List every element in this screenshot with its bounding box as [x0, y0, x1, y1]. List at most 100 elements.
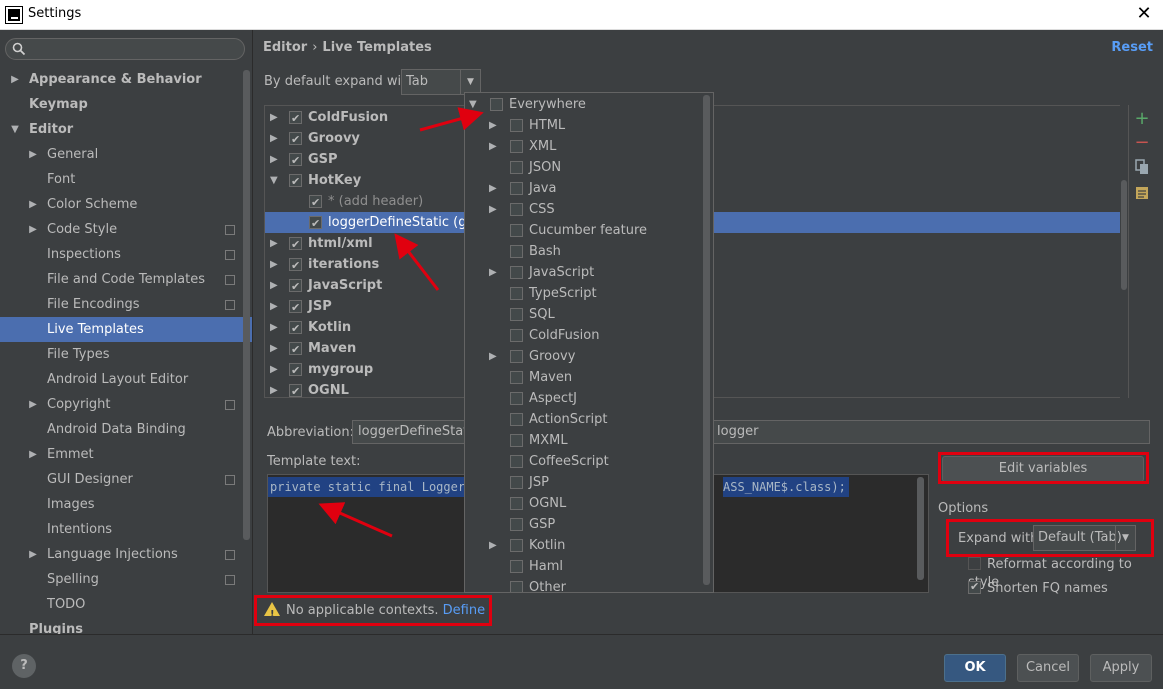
sidebar-item[interactable]: Images [0, 492, 252, 517]
context-checkbox[interactable] [510, 581, 523, 592]
context-checkbox[interactable] [510, 560, 523, 573]
chevron-down-icon[interactable]: ▼ [469, 94, 477, 115]
chevron-right-icon[interactable]: ▶ [489, 535, 497, 556]
template-checkbox[interactable] [289, 129, 302, 150]
sidebar-item[interactable]: Android Data Binding [0, 417, 252, 442]
template-checkbox[interactable] [289, 318, 302, 339]
sidebar-item[interactable]: File Types [0, 342, 252, 367]
context-checkbox[interactable] [510, 392, 523, 405]
chevron-right-icon[interactable]: ▶ [270, 275, 278, 296]
sidebar-item[interactable]: Spelling [0, 567, 252, 592]
reset-link[interactable]: Reset [1111, 40, 1153, 55]
sidebar-item[interactable]: ▶ Copyright [0, 392, 252, 417]
context-item[interactable]: ▶ CSS [465, 199, 705, 220]
template-checkbox[interactable] [289, 360, 302, 381]
context-item[interactable]: AspectJ [465, 388, 705, 409]
context-item[interactable]: ▶ Groovy [465, 346, 705, 367]
template-checkbox[interactable] [289, 276, 302, 297]
sidebar-item[interactable]: GUI Designer [0, 467, 252, 492]
template-checkbox[interactable] [289, 171, 302, 192]
context-item[interactable]: JSON [465, 157, 705, 178]
sidebar-item[interactable]: ▶ General [0, 142, 252, 167]
context-checkbox[interactable] [510, 539, 523, 552]
context-item[interactable]: ▶ Kotlin [465, 535, 705, 556]
template-checkbox[interactable] [289, 255, 302, 276]
sidebar-item[interactable]: Intentions [0, 517, 252, 542]
chevron-right-icon[interactable]: ▶ [270, 380, 278, 397]
chevron-right-icon[interactable]: ▶ [28, 442, 38, 467]
close-icon[interactable]: ✕ [1133, 3, 1155, 25]
templates-scrollbar[interactable] [1120, 105, 1128, 398]
context-checkbox[interactable] [510, 476, 523, 489]
chevron-down-icon[interactable]: ▼ [10, 117, 20, 142]
context-checkbox[interactable] [510, 308, 523, 321]
abbreviation-input[interactable]: loggerDefineStatic [352, 420, 467, 444]
cancel-button[interactable]: Cancel [1017, 654, 1079, 682]
context-checkbox[interactable] [510, 245, 523, 258]
context-item[interactable]: ▶ JavaScript [465, 262, 705, 283]
apply-button[interactable]: Apply [1090, 654, 1152, 682]
chevron-right-icon[interactable]: ▶ [270, 149, 278, 170]
chevron-right-icon[interactable]: ▶ [270, 107, 278, 128]
chevron-right-icon[interactable]: ▶ [28, 542, 38, 567]
chevron-right-icon[interactable]: ▶ [28, 142, 38, 167]
chevron-right-icon[interactable]: ▶ [270, 128, 278, 149]
chevron-right-icon[interactable]: ▶ [270, 254, 278, 275]
context-item[interactable]: Bash [465, 241, 705, 262]
context-checkbox[interactable] [510, 224, 523, 237]
sidebar-item[interactable]: Live Templates [0, 317, 252, 342]
context-checkbox[interactable] [510, 497, 523, 510]
chevron-right-icon[interactable]: ▶ [489, 262, 497, 283]
chevron-right-icon[interactable]: ▶ [28, 392, 38, 417]
help-button[interactable]: ? [12, 654, 36, 678]
template-text-scrollbar[interactable] [917, 477, 924, 580]
template-checkbox[interactable] [309, 213, 322, 234]
chevron-right-icon[interactable]: ▶ [28, 217, 38, 242]
context-checkbox[interactable] [510, 119, 523, 132]
chevron-right-icon[interactable]: ▶ [489, 115, 497, 136]
template-checkbox[interactable] [289, 339, 302, 360]
context-checkbox[interactable] [510, 287, 523, 300]
context-item[interactable]: TypeScript [465, 283, 705, 304]
context-item[interactable]: GSP [465, 514, 705, 535]
template-checkbox[interactable] [289, 297, 302, 318]
template-checkbox[interactable] [309, 192, 322, 213]
sidebar-item[interactable]: ▶ Color Scheme [0, 192, 252, 217]
chevron-right-icon[interactable]: ▶ [270, 338, 278, 359]
add-icon[interactable]: + [1134, 110, 1150, 128]
template-checkbox[interactable] [289, 150, 302, 171]
context-item[interactable]: Haml [465, 556, 705, 577]
context-checkbox[interactable] [510, 518, 523, 531]
context-item[interactable]: ▶ HTML [465, 115, 705, 136]
settings-search-input[interactable] [5, 38, 245, 60]
context-item[interactable]: ActionScript [465, 409, 705, 430]
template-checkbox[interactable] [289, 381, 302, 397]
context-item[interactable]: OGNL [465, 493, 705, 514]
chevron-right-icon[interactable]: ▶ [10, 67, 20, 92]
context-checkbox[interactable] [510, 455, 523, 468]
change-context-icon[interactable] [1134, 185, 1150, 201]
context-item[interactable]: JSP [465, 472, 705, 493]
context-checkbox[interactable] [510, 161, 523, 174]
context-checkbox[interactable] [510, 413, 523, 426]
sidebar-item[interactable]: Plugins [0, 617, 252, 634]
sidebar-item[interactable]: File Encodings [0, 292, 252, 317]
sidebar-item[interactable]: File and Code Templates [0, 267, 252, 292]
chevron-right-icon[interactable]: ▶ [489, 346, 497, 367]
description-input[interactable]: logger [709, 420, 1150, 444]
template-checkbox[interactable] [289, 234, 302, 255]
context-item[interactable]: Cucumber feature [465, 220, 705, 241]
chevron-right-icon[interactable]: ▶ [270, 233, 278, 254]
context-checkbox[interactable] [510, 266, 523, 279]
chevron-right-icon[interactable]: ▶ [28, 192, 38, 217]
sidebar-item[interactable]: ▼ Editor [0, 117, 252, 142]
context-item[interactable]: ▶ Java [465, 178, 705, 199]
context-checkbox[interactable] [510, 203, 523, 216]
chevron-down-icon[interactable]: ▼ [270, 170, 278, 191]
chevron-right-icon[interactable]: ▶ [489, 136, 497, 157]
context-item[interactable]: CoffeeScript [465, 451, 705, 472]
copy-icon[interactable] [1134, 159, 1150, 175]
sidebar-item[interactable]: Android Layout Editor [0, 367, 252, 392]
context-checkbox[interactable] [510, 350, 523, 363]
sidebar-item[interactable]: ▶ Emmet [0, 442, 252, 467]
